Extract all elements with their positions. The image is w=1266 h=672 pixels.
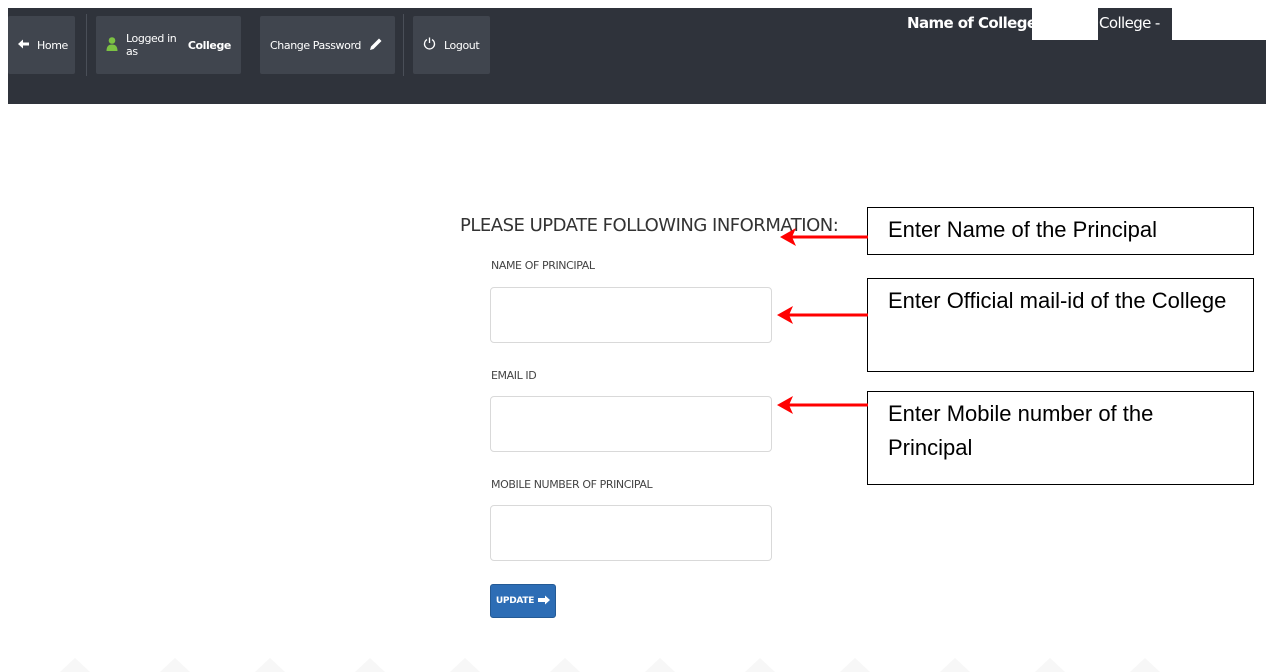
nav-separator [403, 14, 404, 76]
email-input[interactable] [490, 396, 772, 452]
background-watermark [60, 658, 1160, 672]
arrow-to-principal-input [777, 306, 868, 324]
college-name-redacted [1032, 8, 1098, 40]
update-button[interactable]: UPDATE [490, 584, 556, 618]
change-password-label: Change Password [270, 38, 361, 52]
power-icon [423, 37, 436, 53]
change-password-button[interactable]: Change Password [260, 16, 395, 74]
logged-in-button[interactable]: Logged in as College [96, 16, 241, 74]
pencil-icon [369, 37, 383, 54]
college-suffix-label: College - [1099, 14, 1160, 32]
home-label: Home [37, 38, 68, 52]
navbar: Home Logged in as College Change Passwor… [8, 8, 1266, 104]
logged-in-role: College [187, 38, 232, 52]
home-button[interactable]: Home [8, 16, 75, 74]
arrow-left-icon [18, 39, 29, 52]
arrow-right-icon [538, 595, 551, 608]
callout-email: Enter Official mail-id of the College [867, 278, 1254, 372]
mobile-label: MOBILE NUMBER OF PRINCIPAL [491, 478, 653, 491]
top-area: Home Logged in as College Change Passwor… [0, 0, 1266, 104]
update-label: UPDATE [495, 596, 535, 606]
nav-separator [86, 14, 87, 76]
logout-label: Logout [444, 38, 480, 52]
logout-button[interactable]: Logout [413, 16, 490, 74]
principal-name-input[interactable] [490, 287, 772, 343]
mobile-input[interactable] [490, 505, 772, 561]
logged-in-prefix: Logged in as [126, 32, 177, 58]
callout-principal: Enter Name of the Principal [867, 207, 1254, 255]
name-of-college-label: Name of College: [907, 14, 1042, 32]
user-icon [106, 36, 118, 54]
college-code-redacted [1172, 8, 1266, 40]
principal-label: NAME OF PRINCIPAL [491, 259, 595, 272]
arrow-to-title [780, 228, 868, 246]
email-label: EMAIL ID [491, 369, 537, 382]
arrow-to-email-input [777, 396, 868, 414]
callout-mobile: Enter Mobile number of the Principal [867, 391, 1254, 485]
